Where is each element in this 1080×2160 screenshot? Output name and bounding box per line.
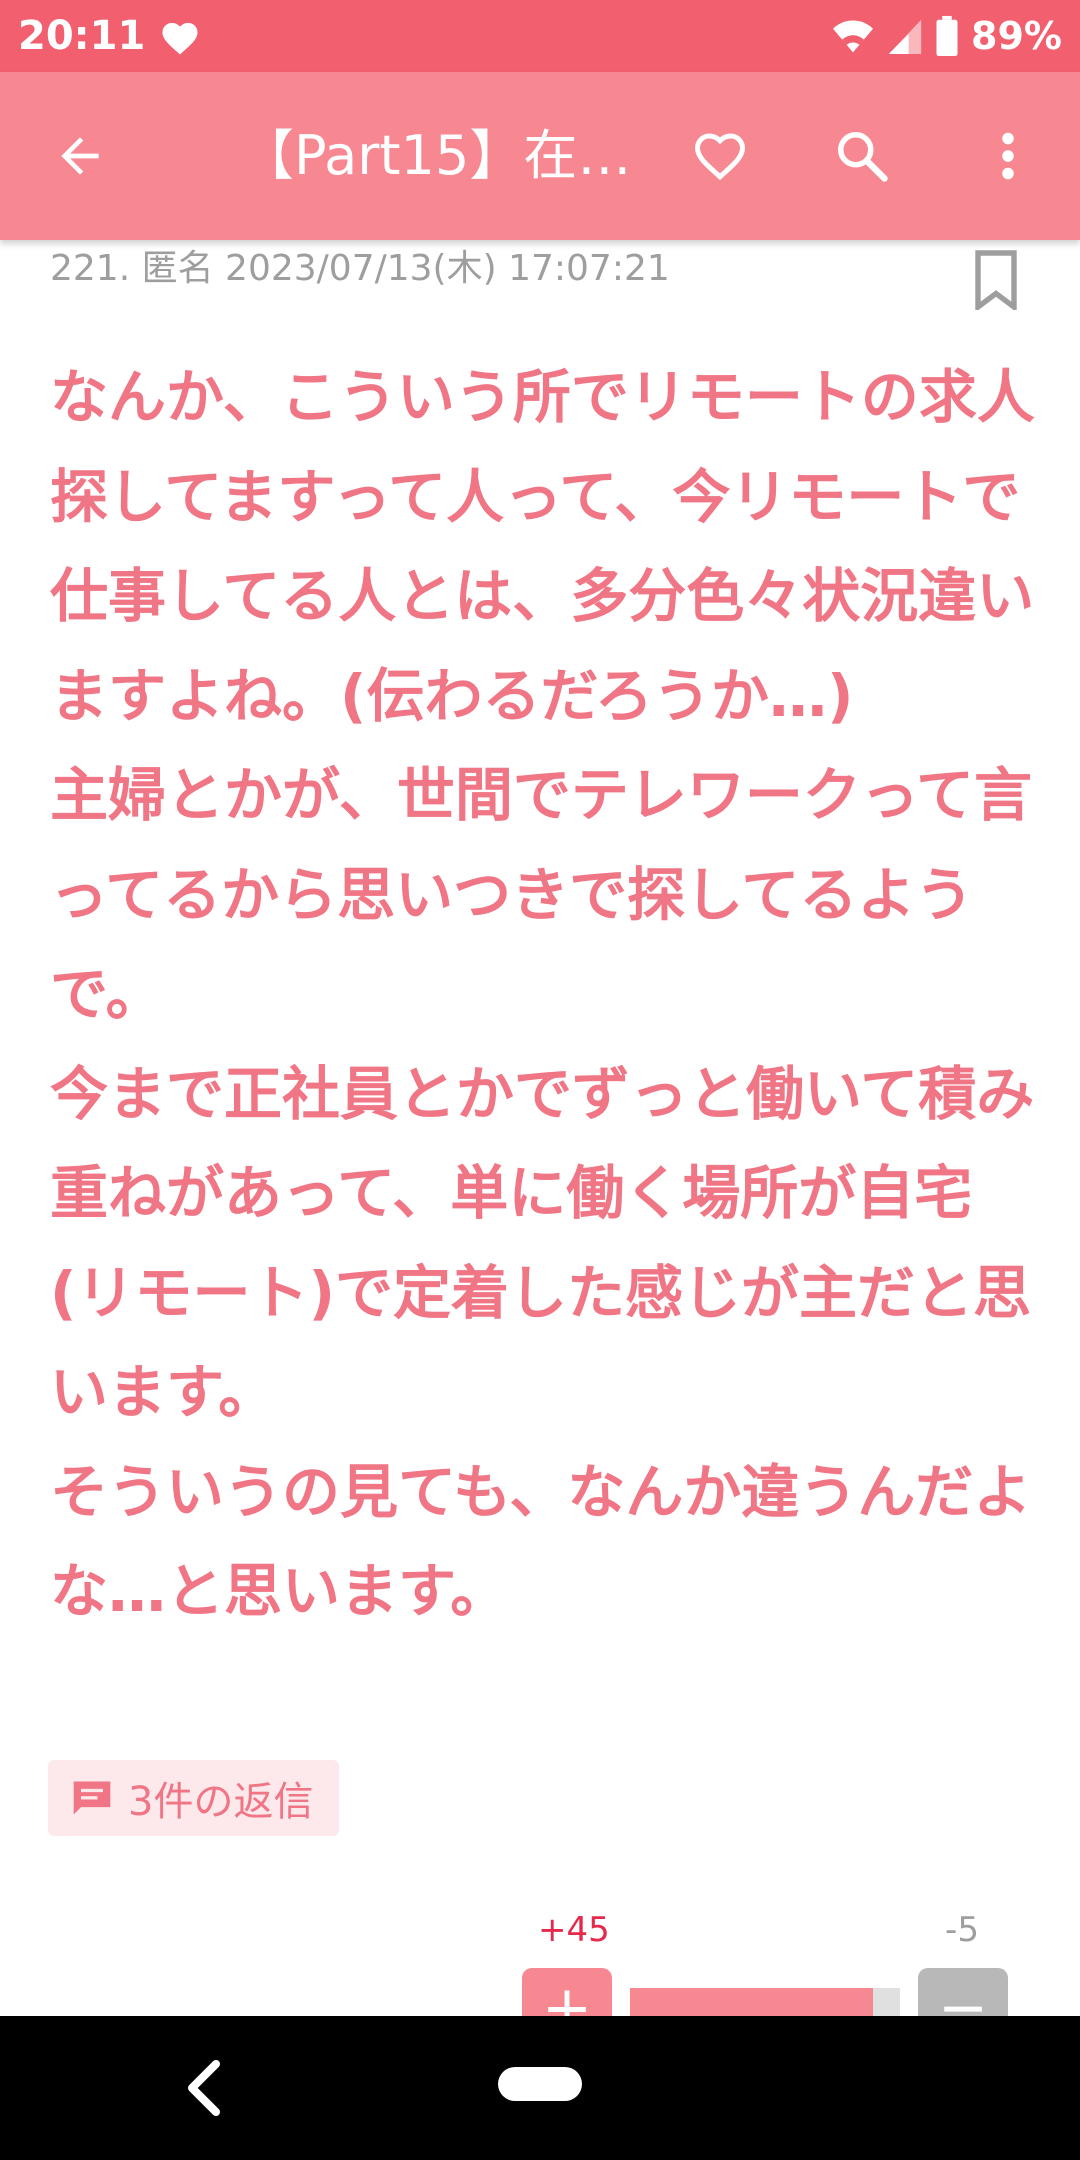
signal-icon (888, 19, 922, 54)
app-bar: 【Part15】在… (0, 72, 1080, 240)
more-options-button[interactable] (968, 116, 1048, 196)
replies-label: 3件の返信 (128, 1779, 314, 1825)
page-title: 【Part15】在… (240, 124, 632, 187)
post-content: 221. 匿名 2023/07/13(木) 17:07:21 なんか、こういう所… (0, 240, 1080, 2016)
nav-home-pill[interactable] (498, 2067, 582, 2101)
vote-plus-count: +45 (538, 1910, 610, 1950)
vote-ratio-bar (630, 1988, 900, 2016)
battery-percent: 89% (971, 14, 1062, 58)
heart-outline-icon (694, 133, 746, 181)
status-indicators: 89% (831, 12, 1062, 60)
system-nav-bar (0, 2016, 1080, 2160)
replies-button[interactable]: 3件の返信 (48, 1760, 340, 1836)
more-vert-icon (1002, 132, 1014, 180)
vote-minus-button[interactable]: − (918, 1968, 1008, 2016)
heart-icon (162, 22, 198, 55)
back-arrow-icon (61, 137, 99, 175)
vote-plus-button[interactable]: + (522, 1968, 612, 2016)
nav-back-icon[interactable] (176, 2052, 240, 2124)
status-bar: 20:11 89% (0, 0, 1080, 72)
bookmark-icon[interactable] (972, 250, 1020, 310)
vote-minus-count: -5 (945, 1910, 979, 1950)
post-body: なんか、こういう所でリモートの求人探してますって人って、今リモートで仕事してる人… (50, 363, 1035, 1625)
comment-icon (73, 1781, 111, 1815)
battery-icon (936, 15, 958, 57)
search-icon (838, 132, 888, 182)
favorite-button[interactable] (680, 116, 760, 196)
wifi-icon (833, 20, 874, 53)
status-time: 20:11 (18, 13, 146, 59)
back-button[interactable] (40, 116, 120, 196)
post-meta: 221. 匿名 2023/07/13(木) 17:07:21 (50, 248, 670, 289)
vote-ratio-fill (630, 1988, 873, 2016)
search-button[interactable] (822, 116, 902, 196)
